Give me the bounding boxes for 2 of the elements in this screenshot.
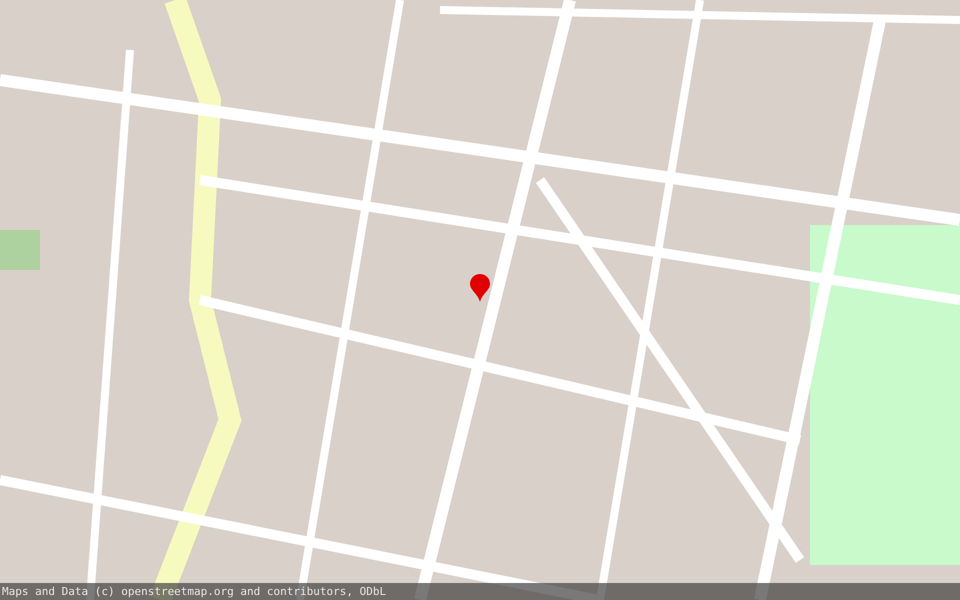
map-pin-icon[interactable] <box>470 274 490 302</box>
attribution-text: Maps and Data (c) openstreetmap.org and contributors, ODbL <box>2 586 386 597</box>
